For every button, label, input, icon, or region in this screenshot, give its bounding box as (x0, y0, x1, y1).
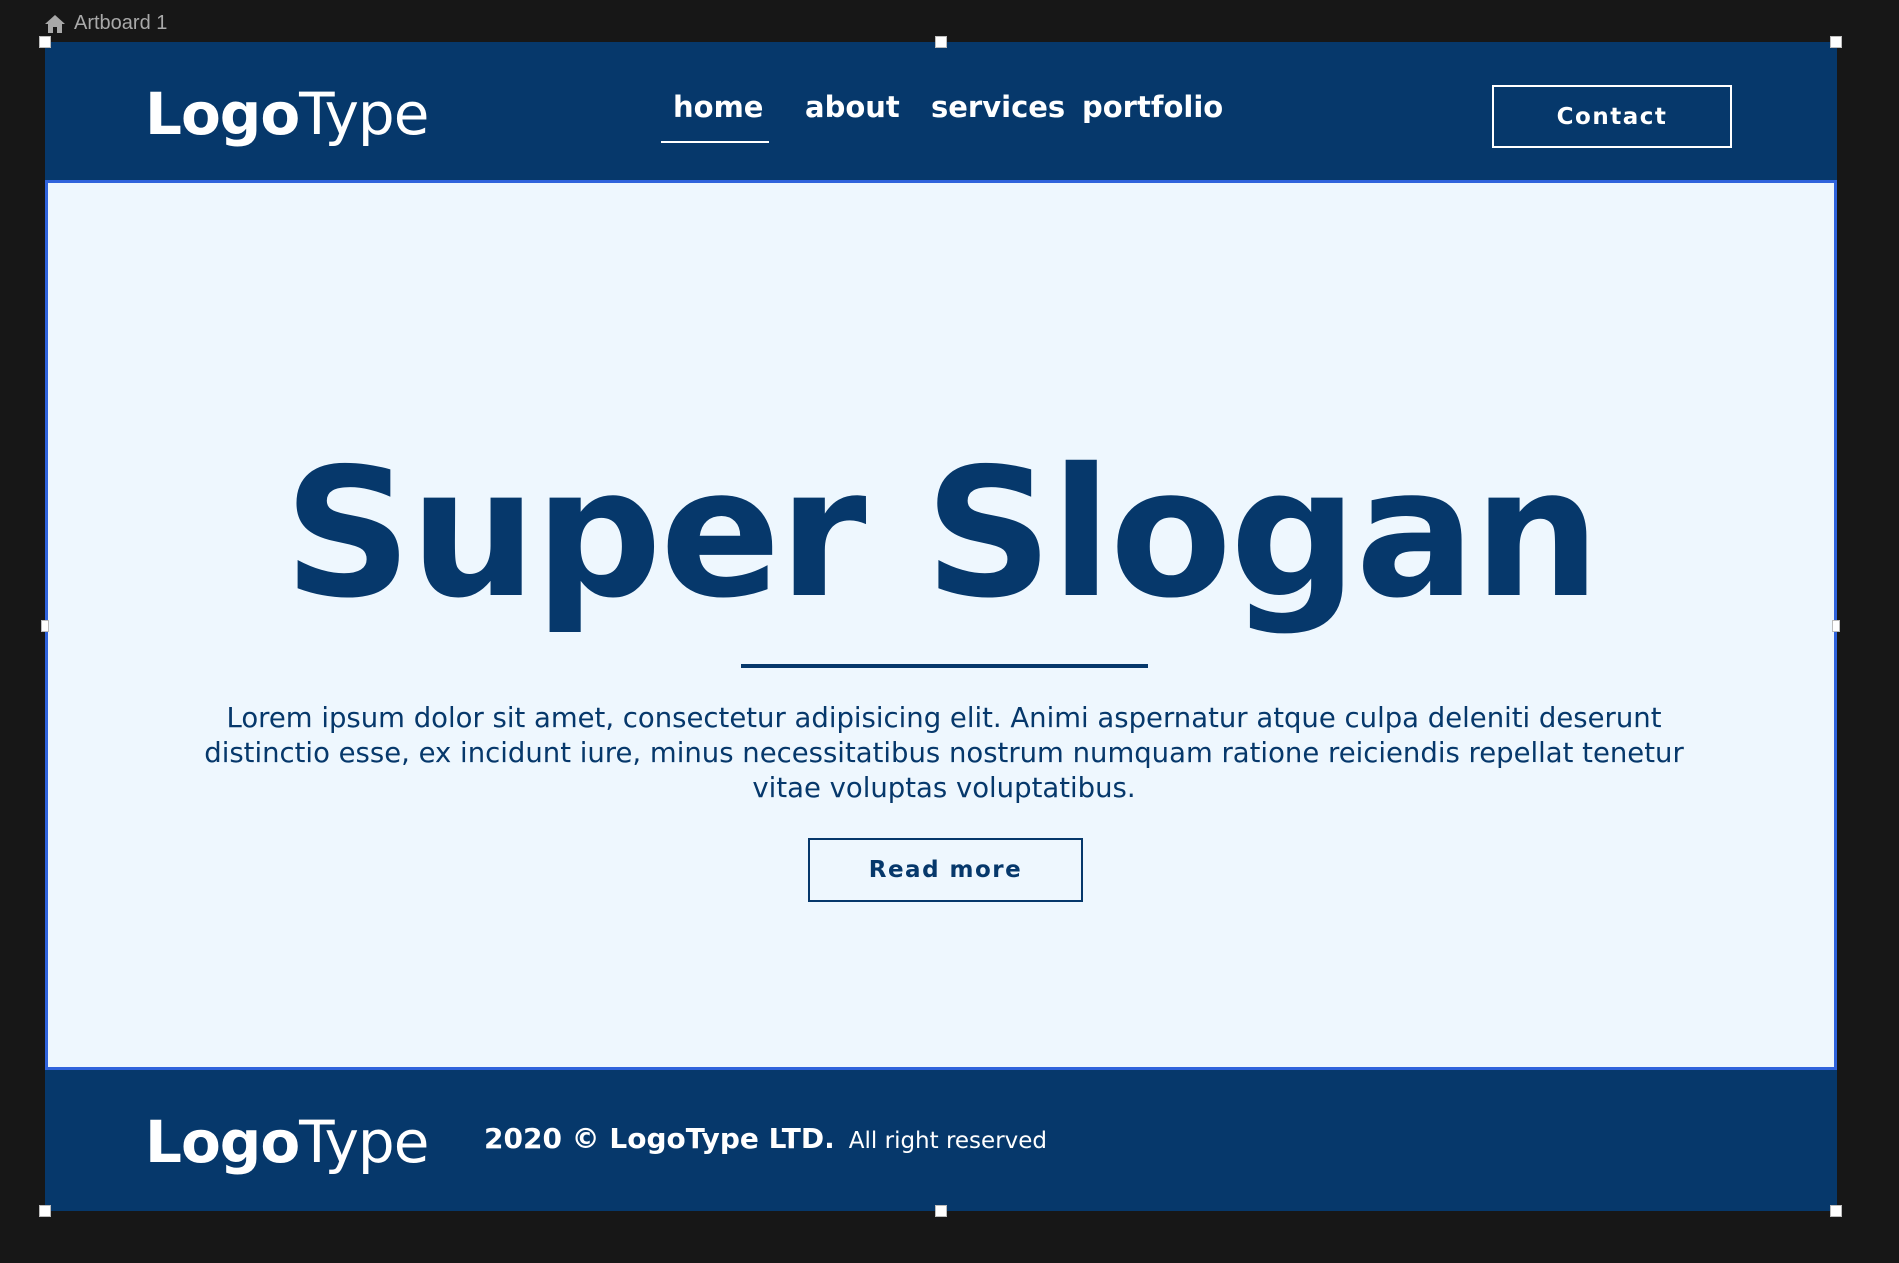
read-more-button[interactable]: Read more (808, 838, 1083, 902)
hero-slogan: Super Slogan (283, 430, 1601, 637)
contact-button[interactable]: Contact (1492, 85, 1732, 148)
hero-body-text: Lorem ipsum dolor sit amet, consectetur … (204, 702, 1684, 804)
header-logo[interactable]: LogoType (145, 80, 429, 148)
site-footer: LogoType 2020 © LogoType LTD. All right … (45, 1070, 1837, 1211)
resize-handle-middle-right[interactable] (1832, 620, 1840, 632)
site-header: LogoType home about services portfolio C… (45, 42, 1837, 180)
nav-home-label: home (673, 90, 764, 124)
artboard-name: Artboard 1 (74, 12, 168, 34)
resize-handle-top-right[interactable] (1830, 36, 1842, 48)
resize-handle-middle-left[interactable] (41, 620, 49, 632)
resize-handle-bottom-center[interactable] (935, 1205, 947, 1217)
footer-logo[interactable]: LogoType (145, 1108, 429, 1176)
logo-bold-text: Logo (145, 80, 300, 148)
artboard-label[interactable]: Artboard 1 (44, 12, 167, 35)
rights-text: All right reserved (848, 1128, 1048, 1154)
artboard[interactable]: LogoType home about services portfolio C… (45, 42, 1837, 1211)
design-canvas[interactable]: Artboard 1 LogoType home about services … (0, 0, 1899, 1263)
hero-divider (741, 664, 1148, 668)
resize-handle-bottom-right[interactable] (1830, 1205, 1842, 1217)
footer-logo-light-text: Type (299, 1108, 429, 1176)
resize-handle-top-center[interactable] (935, 36, 947, 48)
resize-handle-bottom-left[interactable] (39, 1205, 51, 1217)
resize-handle-top-left[interactable] (39, 36, 51, 48)
nav-about[interactable]: about (805, 90, 900, 124)
nav-home[interactable]: home (661, 90, 769, 143)
nav-active-underline (661, 141, 769, 143)
footer-copyright: 2020 © LogoType LTD. All right reserved (484, 1122, 1047, 1155)
home-icon (45, 14, 65, 33)
nav-portfolio[interactable]: portfolio (1082, 90, 1223, 124)
copyright-text: 2020 © LogoType LTD. (484, 1122, 835, 1155)
logo-light-text: Type (299, 80, 429, 148)
footer-logo-bold-text: Logo (145, 1108, 300, 1176)
hero-section[interactable]: Super Slogan Lorem ipsum dolor sit amet,… (45, 180, 1837, 1070)
nav-services[interactable]: services (931, 90, 1065, 124)
